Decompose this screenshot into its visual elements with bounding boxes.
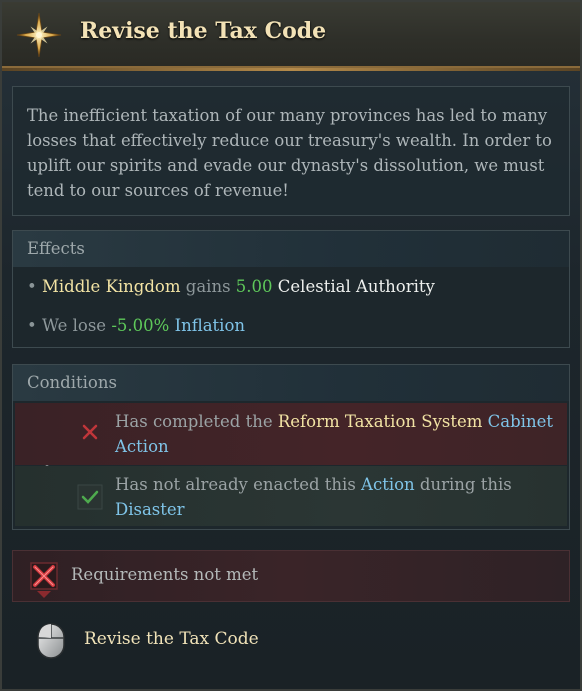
- conditions-heading: Conditions: [13, 365, 569, 401]
- tooltip-header: Revise the Tax Code: [2, 2, 580, 71]
- effect-value: 5.00: [235, 277, 273, 296]
- condition-text: Has not already enacted this Action duri…: [115, 475, 512, 519]
- cross-icon: [30, 562, 58, 598]
- effects-section: Effects • Middle Kingdom gains 5.00 Cele…: [12, 230, 570, 348]
- tooltip-panel: Revise the Tax Code The inefficient taxa…: [0, 0, 582, 691]
- description-text: The inefficient taxation of our many pro…: [12, 86, 570, 216]
- effect-line-authority: • Middle Kingdom gains 5.00 Celestial Au…: [27, 277, 435, 296]
- inflation-link[interactable]: Inflation: [175, 316, 245, 335]
- requirements-banner: Requirements not met: [12, 550, 570, 602]
- action-button[interactable]: Revise the Tax Code: [84, 629, 259, 649]
- cross-icon: [82, 424, 98, 440]
- mouse-icon: [37, 623, 65, 659]
- effect-resource: Celestial Authority: [277, 277, 435, 296]
- condition-text: Has completed the Reform Taxation System…: [115, 412, 553, 456]
- requirements-label: Requirements not met: [71, 565, 259, 584]
- condition-row-met: Has not already enacted this Action duri…: [15, 466, 567, 526]
- effects-heading: Effects: [13, 231, 569, 267]
- effect-verb: gains: [185, 277, 231, 296]
- action-link[interactable]: Action: [361, 475, 415, 494]
- effect-line-inflation: • We lose -5.00% Inflation: [27, 316, 245, 335]
- reform-taxation-link[interactable]: Reform Taxation System: [278, 412, 483, 431]
- effect-value: -5.00%: [111, 316, 170, 335]
- bullet: •: [27, 316, 37, 335]
- disaster-link[interactable]: Disaster: [115, 500, 185, 519]
- effect-prefix: We lose: [41, 316, 107, 335]
- checkmark-icon: [77, 484, 103, 510]
- page-title: Revise the Tax Code: [80, 18, 327, 44]
- compass-star-icon: [16, 12, 62, 58]
- conditions-section: Conditions Has completed the Reform Taxa…: [12, 364, 570, 530]
- bullet: •: [27, 277, 37, 296]
- condition-row-failed: Has completed the Reform Taxation System…: [15, 403, 567, 465]
- effect-subject-link[interactable]: Middle Kingdom: [42, 277, 181, 296]
